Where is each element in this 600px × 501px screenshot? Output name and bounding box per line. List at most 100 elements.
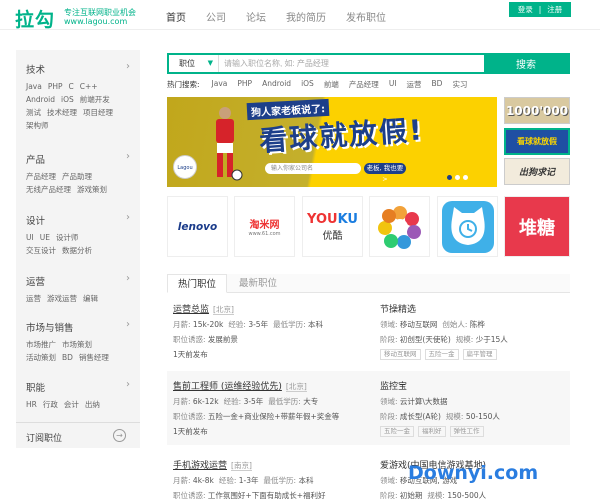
banner-company-input[interactable]: 输入你家公司名 xyxy=(265,163,361,174)
category-tag[interactable]: PHP xyxy=(48,82,63,91)
company-name[interactable]: 节操精选 xyxy=(380,305,416,315)
category-tag[interactable]: iOS xyxy=(61,95,74,104)
tab-hot-jobs[interactable]: 热门职位 xyxy=(167,274,228,293)
category-tag[interactable]: 活动策划 xyxy=(26,353,56,362)
category-tag[interactable]: UE xyxy=(40,233,50,242)
category-title[interactable]: 市场与销售 › xyxy=(26,319,136,334)
category-tag[interactable]: 会计 xyxy=(64,400,79,409)
hot-search-link[interactable]: 前端 xyxy=(324,79,339,90)
carousel-dot[interactable] xyxy=(455,175,460,180)
category-product[interactable]: 产品 › 产品经理 产品助理 无线产品经理 游戏策划 xyxy=(26,151,136,196)
category-title[interactable]: 职能 › xyxy=(26,379,136,394)
company-logo-youku[interactable]: YOUKU 优酷 xyxy=(302,196,363,257)
category-tag[interactable]: 无线产品经理 xyxy=(26,185,71,194)
category-tag[interactable]: 运营 xyxy=(26,294,41,303)
job-card[interactable]: 售前工程师 (运维经验优先) [北京] 月薪: 6k-12k 经验: 3-5年 最低学… xyxy=(173,379,373,437)
company-logo-lenovo[interactable]: lenovo xyxy=(167,196,228,257)
tab-new-jobs[interactable]: 最新职位 xyxy=(229,274,287,293)
job-title[interactable]: 运营总监 xyxy=(173,305,209,315)
main-nav: 首页 公司 论坛 我的简历 发布职位 xyxy=(166,9,406,24)
category-tag[interactable]: C++ xyxy=(80,82,98,91)
banner-thumbnail[interactable]: 1000'000 xyxy=(504,97,570,124)
login-link[interactable]: 登录 xyxy=(515,4,536,15)
category-marketing-sales[interactable]: 市场与销售 › 市场推广 市场策划 活动策划 BD 销售经理 xyxy=(26,319,136,364)
carousel-dot[interactable] xyxy=(447,175,452,180)
banner-cta-button[interactable]: 老板, 我也要 > xyxy=(364,163,406,183)
hot-search-link[interactable]: PHP xyxy=(237,79,252,90)
category-title[interactable]: 技术 › xyxy=(26,61,136,76)
company-logo-cat[interactable] xyxy=(437,196,498,257)
category-tag[interactable]: 技术经理 xyxy=(47,108,77,117)
category-tech[interactable]: 技术 › Java PHP C C++ Android iOS 前端开发 测试 技术经理 项目经… xyxy=(26,61,136,132)
job-card[interactable]: 运营总监 [北京] 月薪: 15k-20k 经验: 3-5年 最低学历: 本科 职位诱… xyxy=(173,302,373,360)
company-card[interactable]: 节操精选 领域: 移动互联网 创始人: 陈桦 阶段: 初创型(天使轮) 规模: 少于… xyxy=(380,302,580,360)
hot-search-link[interactable]: UI xyxy=(389,79,397,90)
job-card[interactable]: 手机游戏运营 [南京] 月薪: 4k-8k 经验: 1-3年 最低学历: 本科 职位诱… xyxy=(173,458,373,501)
category-tag[interactable]: 游戏运营 xyxy=(47,294,77,303)
category-tag[interactable]: 设计师 xyxy=(56,233,79,242)
site-logo[interactable]: 拉勾 xyxy=(15,5,55,32)
hot-search-link[interactable]: Java xyxy=(212,79,228,90)
job-title[interactable]: 手机游戏运营 xyxy=(173,461,227,471)
banner-thumbnail[interactable]: 出狗求记 xyxy=(504,158,570,185)
chevron-right-icon: › xyxy=(126,151,130,162)
caret-down-icon: ▼ xyxy=(207,59,213,67)
hot-search-link[interactable]: Android xyxy=(262,79,291,90)
flower-logo-icon xyxy=(377,205,421,249)
category-tag[interactable]: 行政 xyxy=(43,400,58,409)
category-title[interactable]: 运营 › xyxy=(26,273,136,288)
category-tag[interactable]: Java xyxy=(26,82,42,91)
company-logo-taomi[interactable]: 淘米网 www.61.com xyxy=(234,196,295,257)
category-tag[interactable]: 项目经理 xyxy=(83,108,113,117)
category-title[interactable]: 设计 › xyxy=(26,212,136,227)
nav-post-job[interactable]: 发布职位 xyxy=(346,9,386,24)
register-link[interactable]: 注册 xyxy=(544,4,565,15)
category-tag[interactable]: 产品助理 xyxy=(62,172,92,181)
category-tag[interactable]: 游戏策划 xyxy=(77,185,107,194)
job-title[interactable]: 售前工程师 (运维经验优先) xyxy=(173,382,282,392)
category-tag[interactable]: HR xyxy=(26,400,37,409)
category-tag[interactable]: 架构师 xyxy=(26,121,49,130)
category-design[interactable]: 设计 › UI UE 设计师 交互设计 数据分析 xyxy=(26,212,136,257)
category-tag[interactable]: 交互设计 xyxy=(26,246,56,255)
category-tag[interactable]: 测试 xyxy=(26,108,41,117)
hot-search-link[interactable]: 产品经理 xyxy=(349,79,379,90)
category-tag[interactable]: 前端开发 xyxy=(80,95,110,104)
search-type-select[interactable]: 职位 ▼ xyxy=(169,55,219,72)
category-tag[interactable]: Android xyxy=(26,95,55,104)
category-tag[interactable]: 出纳 xyxy=(85,400,100,409)
category-tag[interactable]: 市场策划 xyxy=(62,340,92,349)
category-tag[interactable]: 数据分析 xyxy=(62,246,92,255)
company-name[interactable]: 监控宝 xyxy=(380,382,407,392)
nav-home[interactable]: 首页 xyxy=(166,9,186,24)
category-tag[interactable]: 销售经理 xyxy=(79,353,109,362)
promo-banner[interactable]: 狗人家老板说了: 看球就放假! 输入你家公司名 老板, 我也要 > Lagou xyxy=(167,97,497,187)
hot-search-link[interactable]: iOS xyxy=(301,79,314,90)
carousel-dot[interactable] xyxy=(463,175,468,180)
search-input[interactable] xyxy=(219,55,484,72)
category-tag[interactable]: UI xyxy=(26,233,34,242)
company-logo-flower[interactable] xyxy=(369,196,430,257)
search-button[interactable]: 搜索 xyxy=(484,55,568,72)
category-tag[interactable]: C xyxy=(69,82,74,91)
job-tabs: 热门职位 最新职位 xyxy=(167,274,570,293)
hot-search-link[interactable]: 运营 xyxy=(407,79,422,90)
category-tag[interactable]: 市场推广 xyxy=(26,340,56,349)
category-tag[interactable]: 产品经理 xyxy=(26,172,56,181)
banner-thumbnail[interactable]: 看球就放假 xyxy=(504,128,570,155)
nav-my-resume[interactable]: 我的简历 xyxy=(286,9,326,24)
hot-search-link[interactable]: BD xyxy=(432,79,443,90)
category-title[interactable]: 产品 › xyxy=(26,151,136,166)
search-bar: 职位▼ 搜索 xyxy=(167,53,570,74)
category-functions[interactable]: 职能 › HR 行政 会计 出纳 xyxy=(26,379,136,411)
nav-companies[interactable]: 公司 xyxy=(206,9,226,24)
company-logo-duitang[interactable]: 堆糖 xyxy=(504,196,570,257)
category-tag[interactable]: BD xyxy=(62,353,73,362)
category-tag[interactable]: 编辑 xyxy=(83,294,98,303)
hot-search: 热门搜索: Java PHP Android iOS 前端 产品经理 UI 运营… xyxy=(167,79,477,90)
nav-forum[interactable]: 论坛 xyxy=(246,9,266,24)
subscribe-jobs-button[interactable]: 订阅职位 → xyxy=(16,422,140,448)
category-operations[interactable]: 运营 › 运营 游戏运营 编辑 xyxy=(26,273,136,305)
company-card[interactable]: 监控宝 领域: 云计算\大数据 阶段: 成长型(A轮) 规模: 50-150人 五… xyxy=(380,379,580,437)
hot-search-link[interactable]: 实习 xyxy=(452,79,467,90)
